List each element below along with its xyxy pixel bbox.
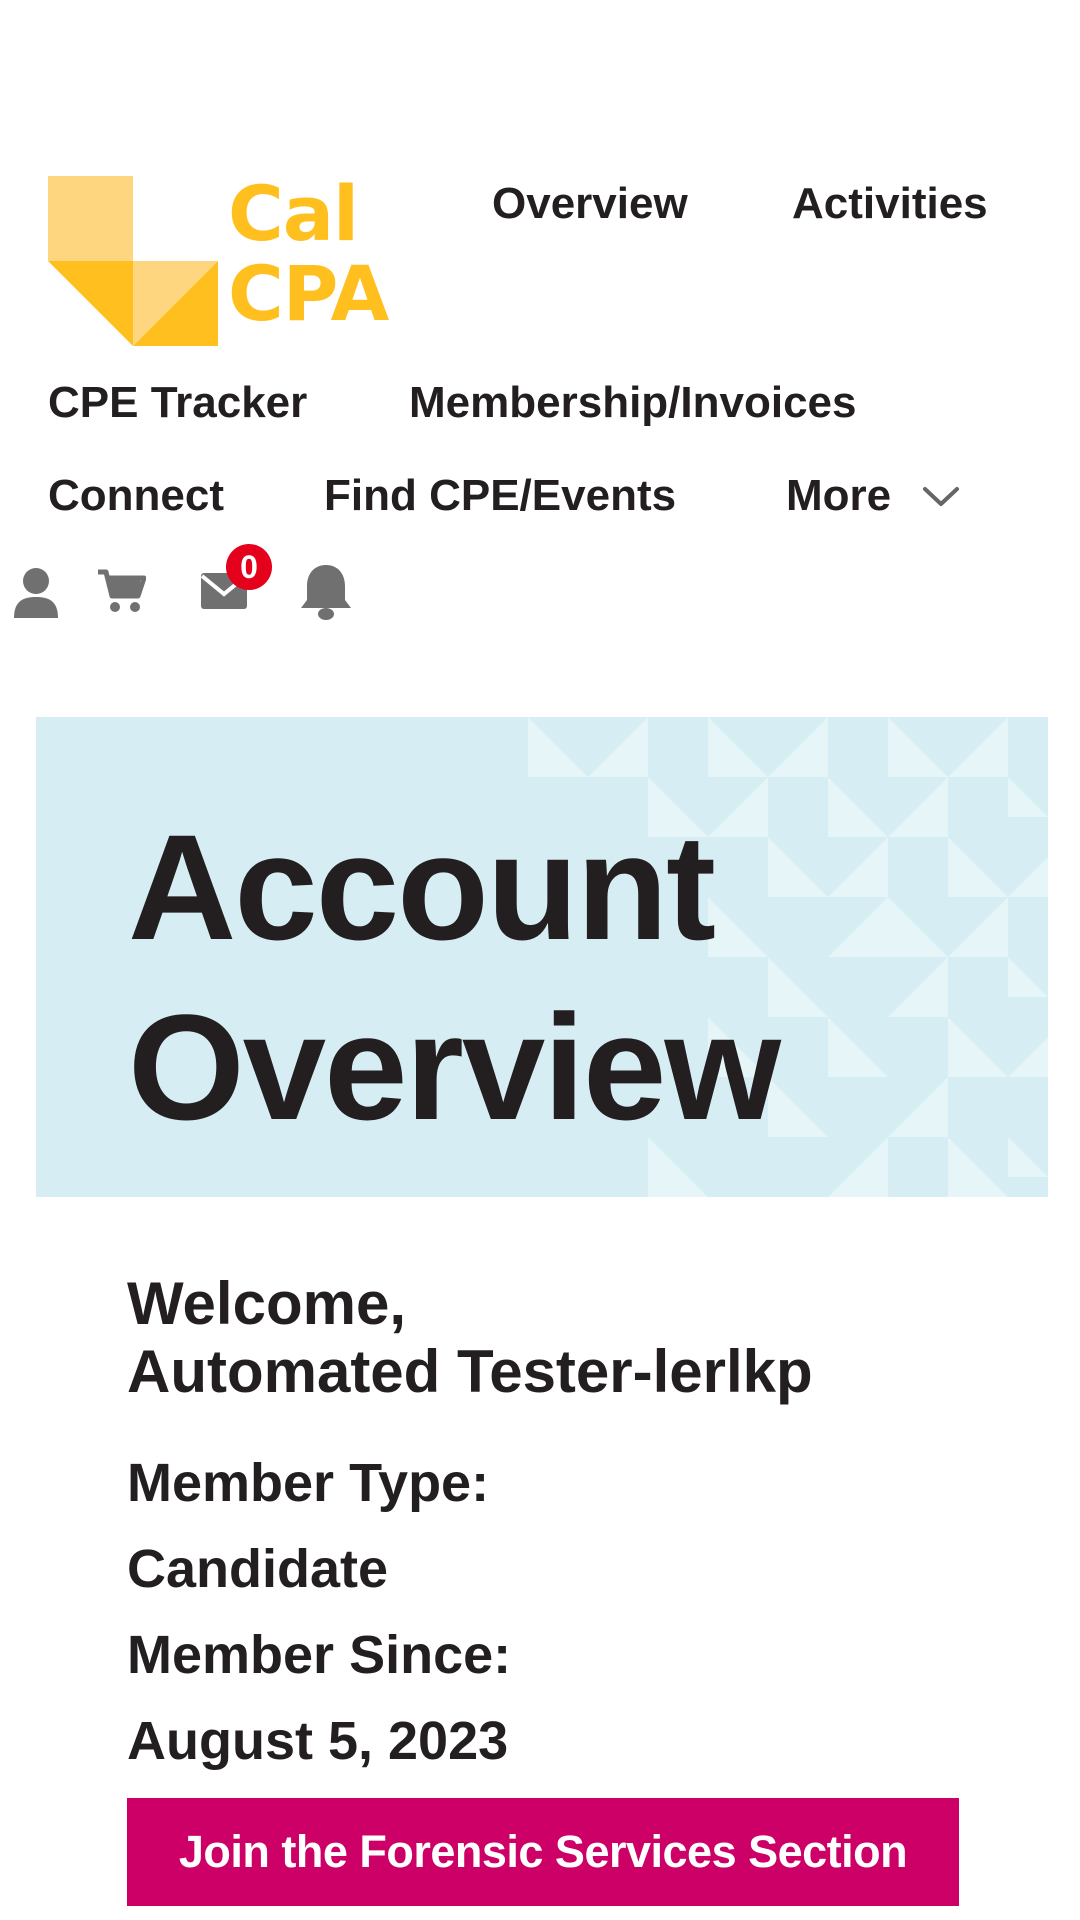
nav-membership-invoices[interactable]: Membership/Invoices	[409, 381, 856, 425]
page-title: Account Overview	[128, 797, 781, 1157]
user-name: Automated Tester-lerlkp	[127, 1338, 813, 1405]
page-title-line-1: Account	[128, 803, 716, 971]
nav-more-menu[interactable]: More	[786, 474, 961, 518]
nav-activities[interactable]: Activities	[792, 182, 988, 226]
user-icon	[14, 568, 58, 618]
member-since-label: Member Since:	[127, 1625, 512, 1685]
member-since-value: August 5, 2023	[127, 1711, 509, 1771]
account-overview-banner: Account Overview	[36, 717, 1048, 1197]
nav-find-cpe-events[interactable]: Find CPE/Events	[324, 474, 676, 518]
join-forensic-services-button[interactable]: Join the Forensic Services Section	[127, 1798, 959, 1906]
welcome-heading: Welcome, Automated Tester-lerlkp	[127, 1270, 1007, 1406]
membership-details: Member Type: Candidate Member Since: Aug…	[127, 1440, 1007, 1784]
member-type-label: Member Type:	[127, 1453, 490, 1513]
nav-more-label: More	[786, 471, 892, 520]
calcpa-logo[interactable]: Cal CPA	[48, 176, 400, 348]
page-title-line-2: Overview	[128, 983, 781, 1151]
bell-icon	[301, 565, 351, 620]
notifications-button[interactable]	[298, 562, 354, 627]
logo-mark-icon	[48, 176, 218, 346]
nav-connect[interactable]: Connect	[48, 474, 224, 518]
page: Cal CPA Overview Activities CPE Tracker …	[0, 0, 1080, 1920]
chevron-down-icon	[923, 487, 960, 506]
logo-word-cal: Cal	[228, 169, 359, 258]
welcome-label: Welcome,	[127, 1270, 406, 1337]
profile-button[interactable]	[12, 566, 60, 623]
nav-cpe-tracker[interactable]: CPE Tracker	[48, 381, 307, 425]
messages-count-badge: 0	[226, 544, 272, 590]
cart-button[interactable]	[96, 566, 147, 621]
member-type-value: Candidate	[127, 1539, 389, 1599]
nav-overview[interactable]: Overview	[492, 182, 688, 226]
cart-icon	[98, 569, 147, 612]
logo-word-cpa: CPA	[228, 249, 389, 338]
account-summary: Welcome, Automated Tester-lerlkp Member …	[127, 1270, 1007, 1784]
